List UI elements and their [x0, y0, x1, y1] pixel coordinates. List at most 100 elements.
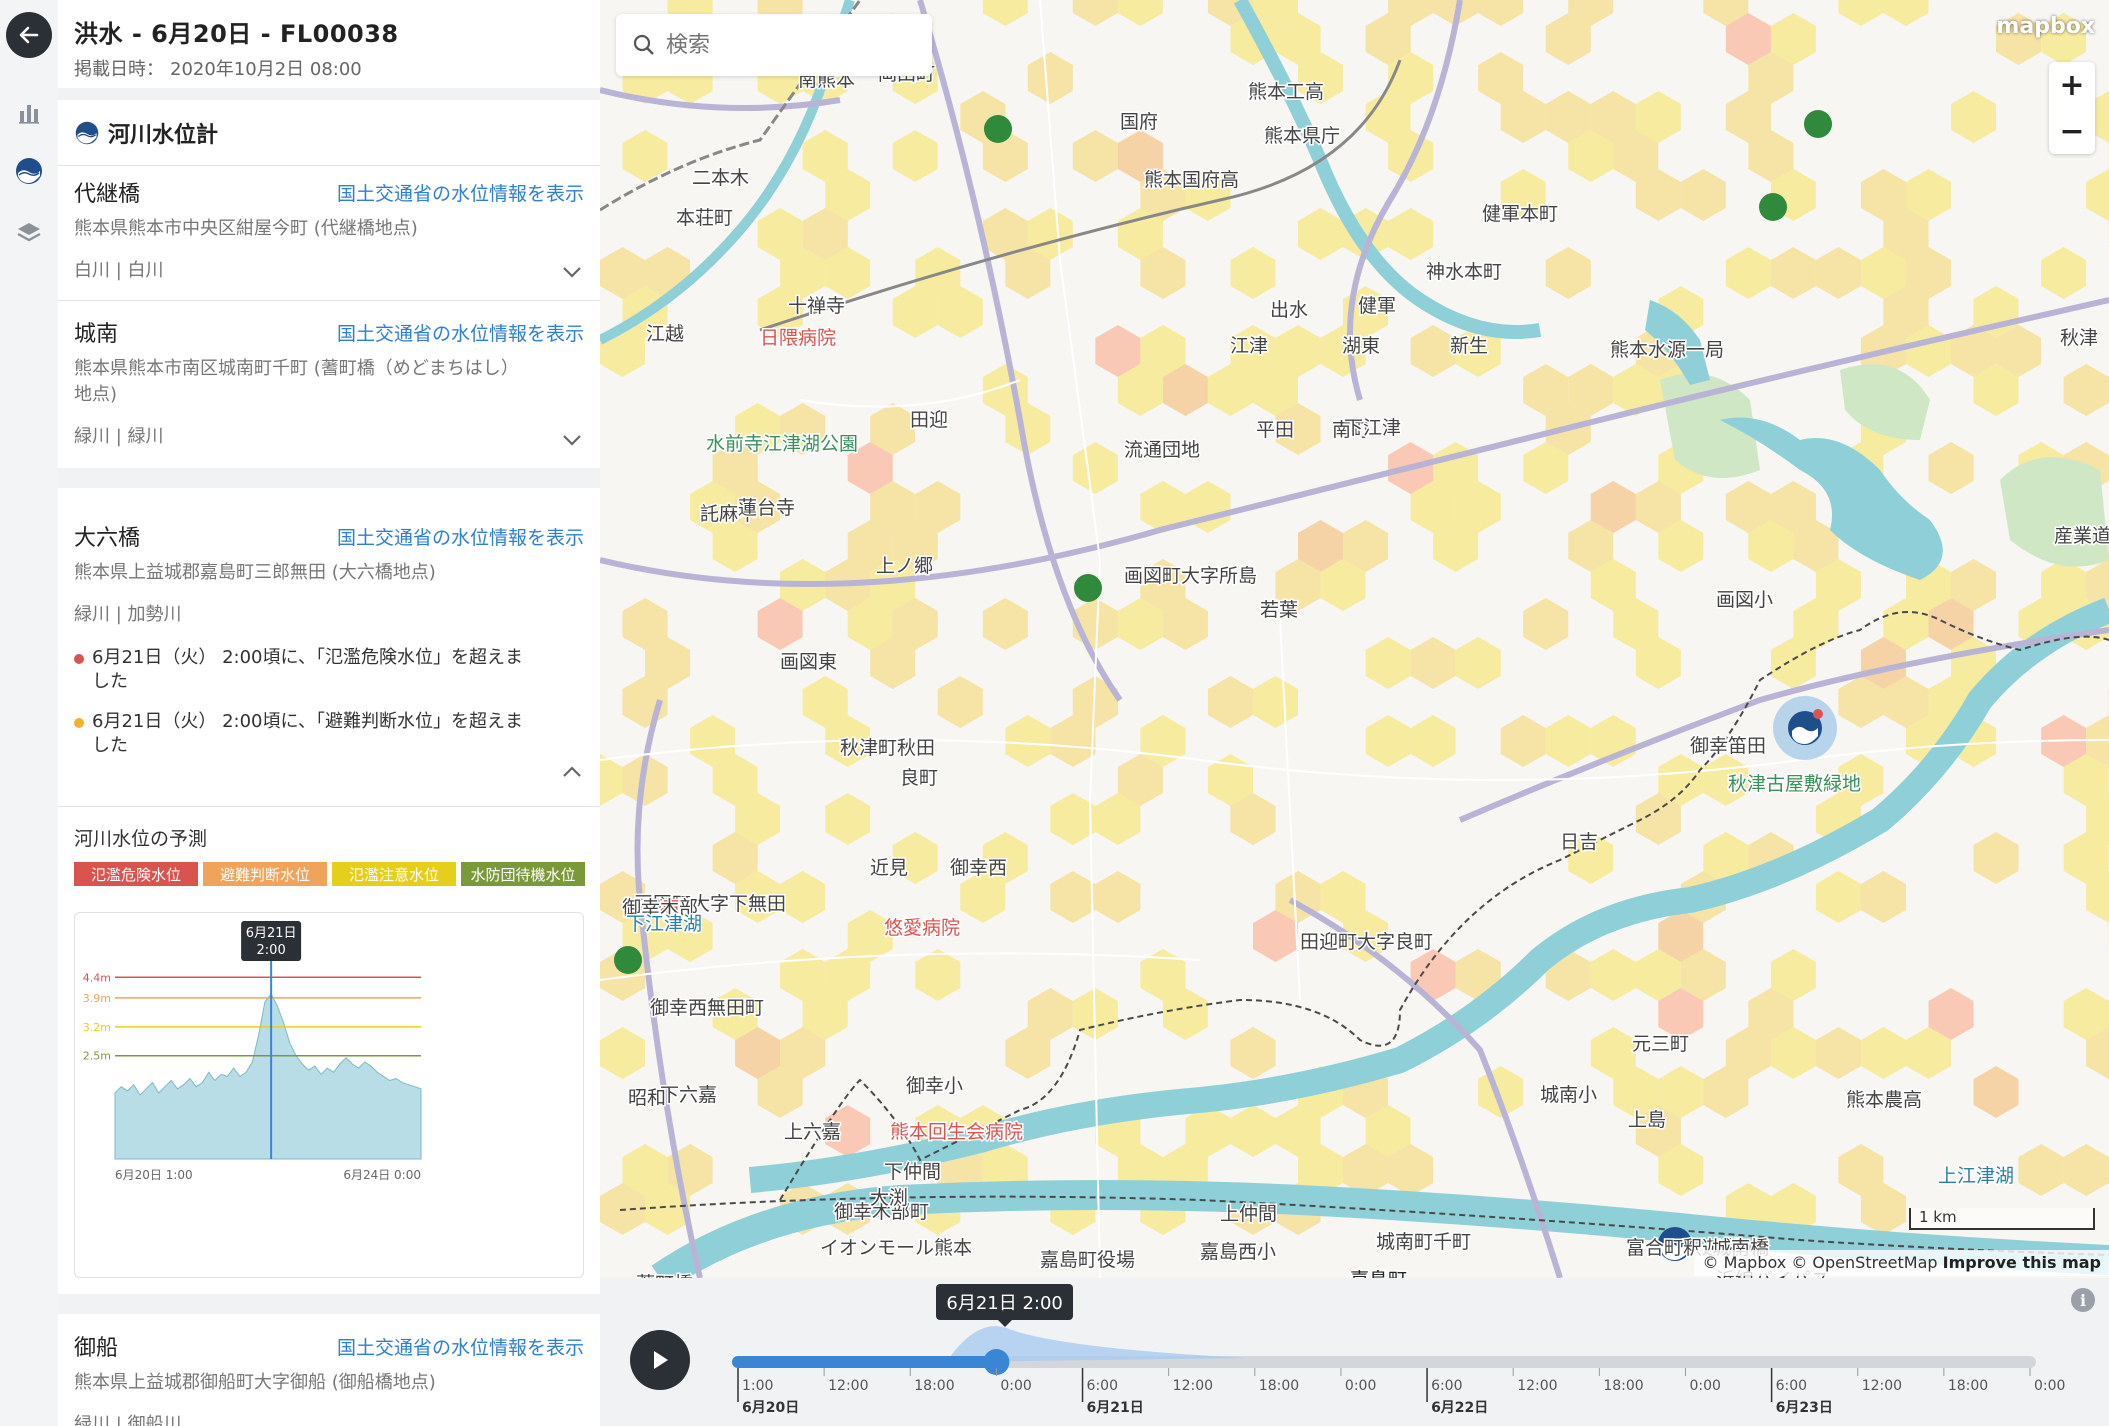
map-place-label: 熊本農高: [1846, 1089, 1922, 1111]
risk-hexagon: [600, 754, 623, 806]
risk-hexagon: [2086, 169, 2109, 221]
risk-hexagon: [1545, 715, 1591, 767]
legend-danger: 氾濫危険水位: [74, 862, 198, 886]
evacuation-site-icon: [614, 946, 642, 974]
search-input[interactable]: [666, 32, 906, 58]
improve-map-link[interactable]: Improve this map: [1943, 1253, 2101, 1272]
layers-icon: [17, 223, 41, 242]
risk-hexagon: [1117, 0, 1163, 26]
map-place-label: 水前寺江津湖公園: [706, 433, 858, 455]
mlit-water-level-link[interactable]: 国土交通省の水位情報を表示: [337, 319, 584, 346]
risk-hexagon: [982, 598, 1028, 650]
alert-dot: [74, 654, 84, 664]
posted-date-value: 2020年10月2日 08:00: [170, 59, 362, 80]
map-place-label: 田迎町大字良町: [1300, 931, 1433, 953]
map-place-label: 若葉: [1260, 599, 1298, 621]
risk-hexagon: [1365, 637, 1411, 689]
section-gap: [58, 468, 600, 488]
mlit-water-level-link[interactable]: 国土交通省の水位情報を表示: [337, 179, 584, 206]
risk-hexagon: [1680, 169, 1726, 221]
map-place-label: 健軍本町: [1482, 203, 1558, 225]
chevron-up-icon[interactable]: [562, 766, 582, 778]
timeline-tick-label: 12:00: [1862, 1378, 1902, 1394]
threshold-label: 3.2m: [83, 1021, 111, 1034]
risk-hexagon: [1410, 949, 1456, 1001]
risk-hexagon: [2063, 1144, 2109, 1196]
gauge-marker-dairokubashi[interactable]: [1773, 696, 1837, 760]
mlit-water-level-link[interactable]: 国土交通省の水位情報を表示: [337, 1333, 584, 1360]
map-place-label: 産業道路: [2054, 525, 2109, 547]
bar-chart-icon: [19, 105, 39, 124]
timeline-tick-label: 6:00: [1087, 1378, 1118, 1394]
risk-hexagon-layer: [600, 0, 2109, 1235]
risk-hexagon: [1095, 871, 1141, 923]
x-axis-end-label: 6月24日 0:00: [343, 1168, 421, 1182]
map-place-label: 秋津: [2060, 327, 2098, 349]
mlit-water-level-link[interactable]: 国土交通省の水位情報を表示: [337, 523, 584, 550]
risk-hexagon: [1072, 442, 1118, 494]
timeline-tick-label: 18:00: [1603, 1378, 1643, 1394]
legend-standby: 水防団待機水位: [461, 862, 585, 886]
flood-map[interactable]: 本荘南熊本岡田町熊本工高二本木国府熊本県庁熊本国府高本荘町健軍本町十禅寺神水本町…: [600, 0, 2109, 1278]
alert-evacuation: 6月21日（火） 2:00頃に、「避難判断水位」を超えました: [74, 710, 534, 758]
timeline-tick-label: 0:00: [1689, 1378, 1720, 1394]
legend-caution: 氾濫注意水位: [332, 862, 456, 886]
back-button[interactable]: [6, 12, 52, 58]
map-place-label: 上ノ郷: [876, 555, 933, 577]
info-icon[interactable]: i: [2071, 1288, 2095, 1312]
threshold-label: 4.4m: [83, 971, 111, 984]
risk-hexagon: [1072, 130, 1118, 182]
timeline-track[interactable]: 1:00 12:00 18:00 0:00 6:00 12:00 18:00 0:00 6:00…: [600, 1278, 2109, 1426]
statistics-button[interactable]: [0, 88, 58, 138]
chevron-down-icon[interactable]: [562, 434, 582, 446]
chevron-down-icon[interactable]: [562, 266, 582, 278]
risk-hexagon: [2063, 364, 2109, 416]
map-place-label: 画図東: [780, 651, 837, 673]
map-place-label: 本荘町: [676, 207, 733, 229]
attribution-text: © Mapbox © OpenStreetMap: [1702, 1253, 1938, 1272]
timeline-tick-label: 12:00: [828, 1378, 868, 1394]
threshold-label: 2.5m: [83, 1050, 111, 1063]
timeline-handle[interactable]: [983, 1349, 1010, 1375]
map-place-label: 国府: [1120, 111, 1158, 133]
map-place-label: 画図小: [1716, 589, 1773, 611]
map-place-label: 画図町大字所島: [1124, 565, 1257, 587]
play-icon: [654, 1351, 668, 1369]
zoom-out-button[interactable]: −: [2049, 108, 2095, 154]
layers-button[interactable]: [0, 208, 58, 258]
section-gap: [58, 1294, 600, 1314]
play-button[interactable]: [630, 1330, 690, 1390]
threshold-label: 3.9m: [83, 992, 111, 1005]
chart-marker-label: 2:00: [257, 943, 286, 958]
river-gauge-title: 河川水位計: [108, 122, 219, 148]
map-place-label: 悠愛病院: [884, 917, 960, 939]
map-place-label: 上仲間: [1220, 1203, 1277, 1225]
zoom-control: + −: [2049, 62, 2095, 154]
map-place-label: 近見: [870, 857, 908, 879]
risk-hexagon: [1027, 52, 1073, 104]
map-place-label: 健軍: [1358, 295, 1396, 317]
map-place-label: 日隈病院: [760, 327, 836, 349]
map-place-label: 秋津古屋敷緑地: [1728, 773, 1861, 795]
map-place-label: 熊本工高: [1248, 81, 1324, 103]
map-place-label: 平田: [1256, 419, 1294, 441]
zoom-in-button[interactable]: +: [2049, 62, 2095, 108]
map-place-label: 熊本回生会病院: [890, 1121, 1023, 1143]
risk-hexagon: [825, 793, 871, 845]
legend-evacuation: 避難判断水位: [203, 862, 327, 886]
map-place-label: 神水本町: [1426, 261, 1502, 283]
risk-hexagon: [2018, 1144, 2064, 1196]
map-place-label: 嘉島町: [1350, 1269, 1407, 1278]
alert-text: 6月21日（火） 2:00頃に、「避難判断水位」を超えました: [92, 711, 523, 756]
station-address: 熊本県熊本市南区城南町千町 (蓍町橋（めどまちはし）地点): [74, 358, 519, 405]
map-place-label: 元三町: [1632, 1033, 1689, 1055]
map-place-label: 上六嘉: [784, 1121, 841, 1143]
risk-hexagon: [2041, 247, 2087, 299]
map-place-label: 田迎: [910, 409, 948, 431]
map-search[interactable]: [616, 14, 932, 76]
water-gauge-button[interactable]: [0, 146, 58, 196]
map-canvas[interactable]: 本荘南熊本岡田町熊本工高二本木国府熊本県庁熊本国府高本荘町健軍本町十禅寺神水本町…: [600, 0, 2109, 1278]
station-river: 緑川 | 御船川: [74, 1414, 182, 1426]
risk-hexagon: [600, 1027, 645, 1079]
risk-hexagon: [1973, 1066, 2019, 1118]
